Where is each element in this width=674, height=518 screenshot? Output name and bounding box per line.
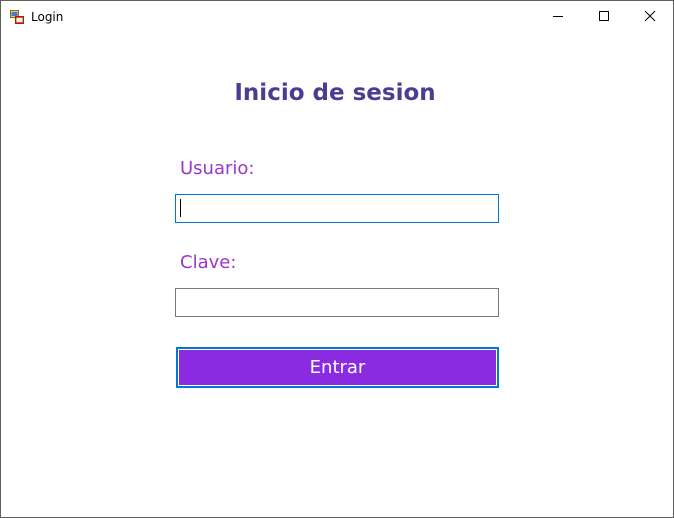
maximize-icon — [598, 7, 610, 26]
minimize-button[interactable] — [535, 1, 581, 32]
close-icon — [644, 7, 656, 26]
text-caret — [180, 199, 181, 217]
maximize-button[interactable] — [581, 1, 627, 32]
window-title: Login — [31, 10, 64, 24]
form-area: Inicio de sesion Usuario: Clave: Entrar — [1, 32, 673, 517]
login-button-label: Entrar — [179, 350, 496, 385]
username-label: Usuario: — [180, 158, 255, 179]
close-button[interactable] — [627, 1, 673, 32]
page-title: Inicio de sesion — [234, 80, 436, 106]
login-window: Login Inicio de sesion Usuario: Clave: E… — [0, 0, 674, 518]
minimize-icon — [552, 7, 564, 26]
password-label: Clave: — [180, 252, 237, 273]
username-input[interactable] — [175, 194, 499, 223]
login-button[interactable]: Entrar — [176, 347, 499, 388]
password-input[interactable] — [175, 288, 499, 317]
title-bar[interactable]: Login — [1, 1, 673, 32]
app-icon — [10, 9, 24, 24]
